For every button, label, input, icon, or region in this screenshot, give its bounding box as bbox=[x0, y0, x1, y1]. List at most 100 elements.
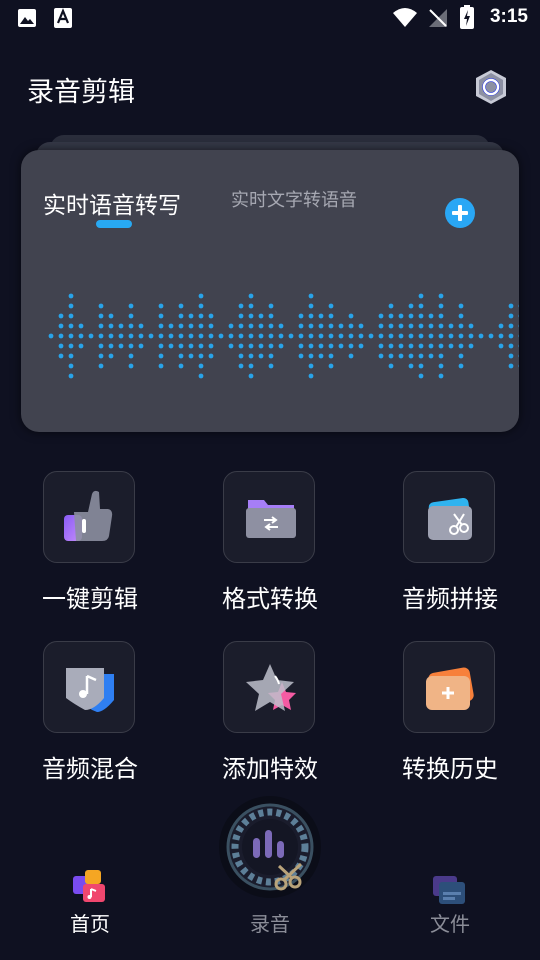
waveform-dot bbox=[378, 333, 384, 339]
waveform-dot bbox=[388, 353, 394, 359]
waveform-dot bbox=[128, 363, 134, 369]
waveform-dot bbox=[268, 323, 274, 329]
waveform-dot bbox=[308, 293, 314, 299]
waveform-dot bbox=[498, 333, 504, 339]
waveform-dot bbox=[208, 333, 214, 339]
waveform-dot bbox=[98, 353, 104, 359]
nav-files[interactable]: 文件 bbox=[410, 868, 490, 938]
waveform-dot bbox=[498, 323, 504, 329]
feature-add-effects-button[interactable] bbox=[223, 641, 315, 733]
waveform-dot bbox=[378, 343, 384, 349]
feature-format-convert-button[interactable] bbox=[223, 471, 315, 563]
feature-one-click-edit-button[interactable] bbox=[43, 471, 135, 563]
files-icon bbox=[433, 876, 465, 904]
wifi-icon bbox=[393, 8, 417, 27]
waveform-dot bbox=[298, 353, 304, 359]
waveform-dot bbox=[58, 343, 64, 349]
waveform-dot bbox=[188, 333, 194, 339]
waveform-dot bbox=[428, 343, 434, 349]
waveform-dot bbox=[98, 363, 104, 369]
waveform-dot bbox=[388, 323, 394, 329]
waveform-dot bbox=[128, 333, 134, 339]
waveform-dot bbox=[438, 333, 444, 339]
waveform-dot bbox=[458, 363, 464, 369]
waveform-dot bbox=[368, 333, 374, 339]
nav-home[interactable]: 首页 bbox=[50, 868, 130, 938]
waveform-dot bbox=[458, 313, 464, 319]
waveform-dot bbox=[138, 333, 144, 339]
waveform-dot bbox=[158, 313, 164, 319]
waveform-dot bbox=[248, 313, 254, 319]
waveform-dot bbox=[78, 333, 84, 339]
waveform-dot bbox=[198, 343, 204, 349]
waveform-dot bbox=[68, 323, 74, 329]
waveform-dot bbox=[248, 353, 254, 359]
feature-audio-mix-button[interactable] bbox=[43, 641, 135, 733]
waveform-dot bbox=[228, 333, 234, 339]
feature-history-button[interactable] bbox=[403, 641, 495, 733]
transcription-card: 实时语音转写 实时文字转语音 bbox=[21, 150, 519, 432]
waveform-dot bbox=[388, 333, 394, 339]
waveform-dot bbox=[508, 353, 514, 359]
waveform-dot bbox=[258, 353, 264, 359]
waveform-dot bbox=[98, 333, 104, 339]
waveform-dot bbox=[158, 303, 164, 309]
waveform-dot bbox=[388, 363, 394, 369]
status-bar: 3:15 bbox=[0, 0, 540, 36]
waveform-dot bbox=[68, 293, 74, 299]
waveform-dot bbox=[108, 343, 114, 349]
waveform-dot bbox=[268, 313, 274, 319]
a-notification-icon bbox=[54, 8, 72, 28]
feature-label: 一键剪辑 bbox=[42, 585, 138, 613]
waveform-dot bbox=[188, 353, 194, 359]
waveform-dot bbox=[378, 313, 384, 319]
waveform-dot bbox=[448, 323, 454, 329]
waveform-dot bbox=[438, 323, 444, 329]
waveform-dot bbox=[508, 313, 514, 319]
waveform-dot bbox=[268, 353, 274, 359]
waveform-dot bbox=[448, 333, 454, 339]
waveform-dot bbox=[178, 323, 184, 329]
waveform-dot bbox=[458, 343, 464, 349]
waveform-dot bbox=[108, 323, 114, 329]
waveform-dot bbox=[248, 303, 254, 309]
waveform-dot bbox=[168, 343, 174, 349]
waveform-dot bbox=[168, 333, 174, 339]
waveform-dot bbox=[68, 313, 74, 319]
feature-label: 格式转换 bbox=[222, 585, 318, 613]
waveform-dot bbox=[438, 353, 444, 359]
waveform-dot bbox=[98, 313, 104, 319]
waveform-dot bbox=[238, 353, 244, 359]
waveform-dot bbox=[198, 353, 204, 359]
waveform-dot bbox=[238, 343, 244, 349]
waveform-dot bbox=[278, 333, 284, 339]
waveform-dot bbox=[508, 343, 514, 349]
waveform-dot bbox=[448, 343, 454, 349]
waveform-dot bbox=[458, 323, 464, 329]
waveform-dot bbox=[508, 333, 514, 339]
settings-gear-icon[interactable] bbox=[472, 68, 510, 106]
waveform-dot bbox=[248, 293, 254, 299]
audio-waveform bbox=[48, 293, 519, 379]
nav-record[interactable]: 录音 bbox=[230, 868, 310, 938]
waveform-dot bbox=[298, 313, 304, 319]
waveform-dot bbox=[458, 353, 464, 359]
feature-audio-join-button[interactable] bbox=[403, 471, 495, 563]
waveform-dot bbox=[428, 333, 434, 339]
waveform-dot bbox=[158, 333, 164, 339]
clock: 3:15 bbox=[489, 6, 528, 27]
waveform-dot bbox=[328, 333, 334, 339]
waveform-dot bbox=[428, 353, 434, 359]
nav-label: 录音 bbox=[250, 912, 290, 936]
waveform-dot bbox=[238, 363, 244, 369]
nav-label: 文件 bbox=[430, 912, 470, 936]
waveform-dot bbox=[438, 293, 444, 299]
waveform-dot bbox=[118, 323, 124, 329]
waveform-dot bbox=[198, 313, 204, 319]
waveform-dot bbox=[248, 343, 254, 349]
waveform-dot bbox=[178, 343, 184, 349]
waveform-dot bbox=[188, 313, 194, 319]
waveform-dot bbox=[78, 343, 84, 349]
waveform-dot bbox=[278, 323, 284, 329]
waveform-dot bbox=[328, 303, 334, 309]
